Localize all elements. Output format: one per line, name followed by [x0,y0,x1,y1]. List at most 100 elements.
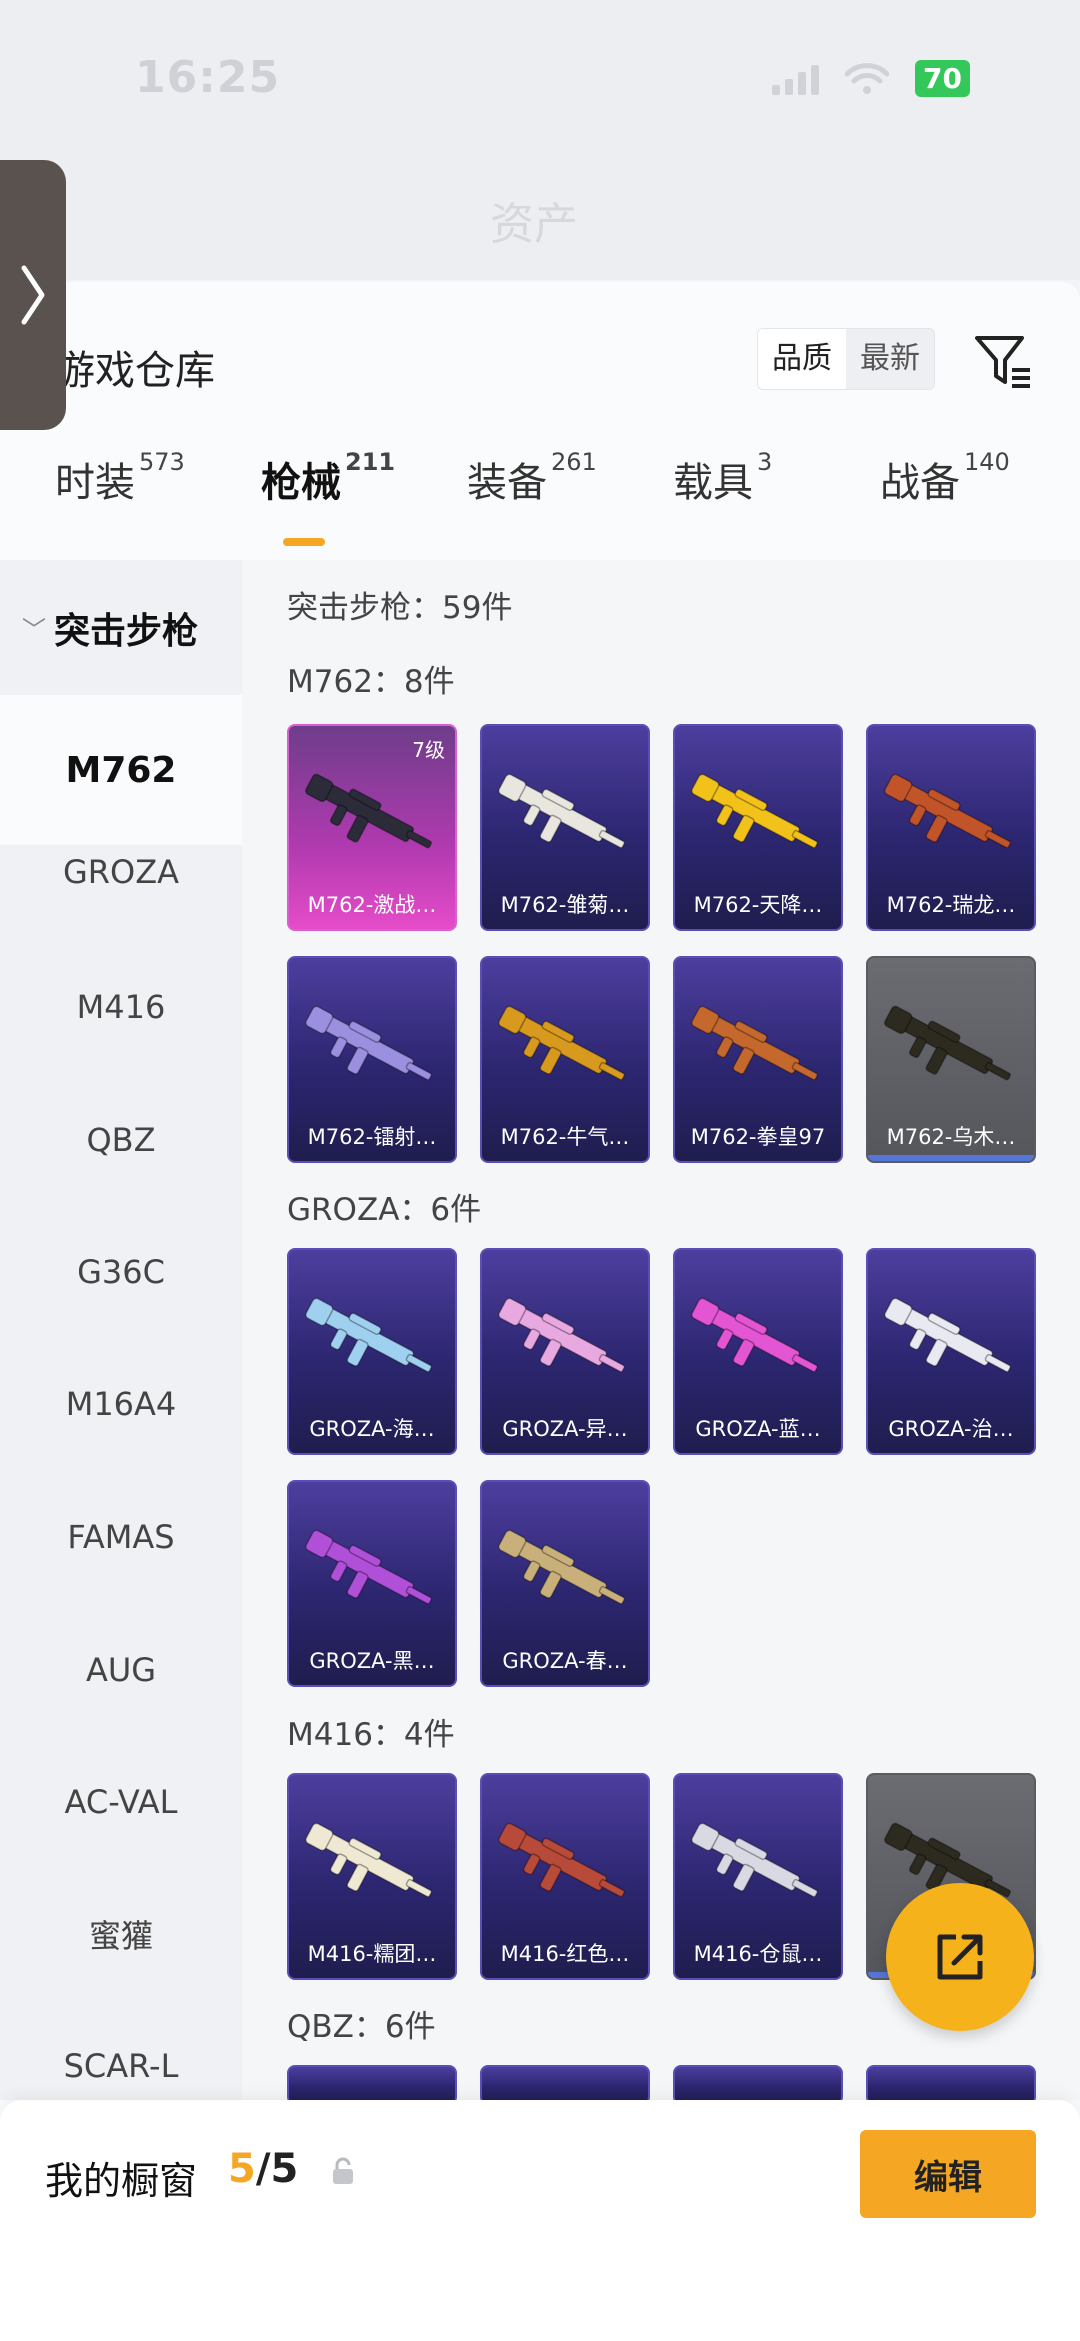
lock-icon [333,2157,353,2184]
showcase-bar: 我的橱窗 5/5 编辑 [0,2100,1080,2341]
weapon-card-label: M762-拳皇97 [690,1125,826,1149]
showcase-label: 我的橱窗 [45,2159,198,2203]
category-tabs: 时装 573 枪械 211 装备 261 载具 3 战备 140 [0,448,1080,560]
sidebar-group-label: 突击步枪 [54,610,199,652]
gun-skin-icon [691,1822,819,1898]
edit-button[interactable]: 编辑 [860,2130,1036,2218]
weapon-card[interactable]: GROZA-异… [480,1248,650,1455]
section-header: QBZ：6件 [287,2009,436,2045]
gun-skin-icon [498,773,626,849]
share-button[interactable] [886,1883,1034,2031]
signal-icon [772,63,820,95]
wifi-icon [845,62,890,94]
level-badge: 7级 [412,738,445,762]
weapon-card[interactable]: M762-瑞龙… [866,724,1036,931]
weapon-card-label: M762-瑞龙… [886,893,1016,917]
share-icon [937,1934,983,1980]
weapon-card[interactable]: M762-牛气… [480,956,650,1163]
weapon-card[interactable]: M416-红色… [480,1773,650,1980]
gun-skin-icon [305,1297,433,1373]
weapon-card[interactable]: GROZA-蓝… [673,1248,843,1455]
gun-skin-icon [884,1005,1012,1081]
gun-skin-icon [691,1005,819,1081]
chevron-down-icon: ﹀ [22,616,46,644]
panel-title: 游戏仓库 [55,348,215,394]
sidebar-group-header[interactable]: ﹀ 突击步枪 [0,560,242,695]
page-title: 资产 [490,199,578,250]
weapon-card-label: M416-仓鼠… [693,1942,823,1966]
weapon-card-label: GROZA-治… [888,1417,1014,1441]
weapon-card-label: M416-红色… [500,1942,630,1966]
back-button[interactable] [0,160,66,430]
weapon-card[interactable]: GROZA-海… [287,1248,457,1455]
filter-icon[interactable] [972,330,1034,392]
weapon-grid-area: 突击步枪：59件 M762：8件 7级 M762-激战… M762-雏菊… M762-天降… [242,560,1080,2105]
tab-guns[interactable]: 枪械 211 [261,448,395,508]
sort-option-quality[interactable]: 品质 [758,329,846,389]
tab-vehicles[interactable]: 载具 3 [673,448,772,508]
weapon-card-label: GROZA-黑… [309,1649,435,1673]
weapon-card-label: M762-乌木… [886,1125,1016,1149]
sort-toggle: 品质 最新 [757,328,935,390]
weapon-card-label: M762-激战… [307,893,437,917]
weapon-card-label: GROZA-异… [502,1417,628,1441]
gun-skin-icon [884,1297,1012,1373]
weapon-card[interactable] [673,2065,843,2105]
gun-skin-icon [305,773,433,849]
sidebar-item-m416[interactable]: M416 [0,941,242,1073]
sidebar-item-qbz[interactable]: QBZ [0,1074,242,1206]
weapon-card[interactable]: M416-糯团… [287,1773,457,1980]
gun-skin-icon [498,1822,626,1898]
status-icons: 70 [772,60,970,97]
tab-combat-gear[interactable]: 战备 140 [880,448,1010,508]
weapon-card[interactable] [480,2065,650,2105]
sort-option-newest[interactable]: 最新 [846,329,934,389]
gun-skin-icon [498,1005,626,1081]
category-summary: 突击步枪：59件 [287,590,513,626]
gun-skin-icon [305,1529,433,1605]
weapon-card-label: GROZA-海… [309,1417,435,1441]
weapon-card-label: M762-天降… [693,893,823,917]
showcase-current: 5 [228,2146,256,2192]
weapon-card[interactable]: M762-天降… [673,724,843,931]
tab-equipment[interactable]: 装备 261 [467,448,597,508]
section-header: GROZA：6件 [287,1192,482,1228]
sidebar-item-蜜獾[interactable]: 蜜獾 [0,1868,242,2000]
sidebar-item-ac-val[interactable]: AC-VAL [0,1736,242,1868]
gun-skin-icon [305,1822,433,1898]
tab-fashion[interactable]: 时装 573 [55,448,185,508]
weapon-card[interactable]: 7级 M762-激战… [287,724,457,931]
weapon-type-sidebar: ﹀ 突击步枪 M762 GROZA M416 QBZ G36C M16A4 FAMAS AUG… [0,560,242,2100]
gun-skin-icon [691,773,819,849]
gun-skin-icon [691,1297,819,1373]
weapon-card[interactable] [866,2065,1036,2105]
weapon-card[interactable]: M762-镭射… [287,956,457,1163]
weapon-card[interactable]: M762-乌木… [866,956,1036,1163]
sidebar-item-g36c[interactable]: G36C [0,1206,242,1338]
weapon-card-label: GROZA-春… [502,1649,628,1673]
sidebar-item-groza[interactable]: GROZA [0,806,242,938]
status-bar: 16:25 70 [0,0,1080,130]
gun-skin-icon [305,1005,433,1081]
sidebar-item-m16a4[interactable]: M16A4 [0,1338,242,1470]
sidebar-item-famas[interactable]: FAMAS [0,1471,242,1603]
weapon-card[interactable]: GROZA-治… [866,1248,1036,1455]
sidebar-item-aug[interactable]: AUG [0,1604,242,1736]
section-header: M762：8件 [287,664,455,700]
weapon-card[interactable] [287,2065,457,2105]
gun-skin-icon [498,1529,626,1605]
weapon-card[interactable]: M762-拳皇97 [673,956,843,1163]
chevron-right-icon [21,265,45,325]
weapon-card[interactable]: M416-仓鼠… [673,1773,843,1980]
weapon-card[interactable]: GROZA-春… [480,1480,650,1687]
battery-indicator: 70 [915,60,970,97]
app-root: 16:25 70 资产 游戏仓库 品质 最新 时装 573 枪械 211 装备 … [0,0,1080,2341]
gun-skin-icon [884,773,1012,849]
weapon-card-label: GROZA-蓝… [695,1417,821,1441]
weapon-card-label: M762-雏菊… [500,893,630,917]
weapon-card[interactable]: GROZA-黑… [287,1480,457,1687]
page-header: 资产 [0,130,1080,280]
status-time: 16:25 [135,52,281,103]
active-tab-indicator [283,538,325,546]
weapon-card[interactable]: M762-雏菊… [480,724,650,931]
